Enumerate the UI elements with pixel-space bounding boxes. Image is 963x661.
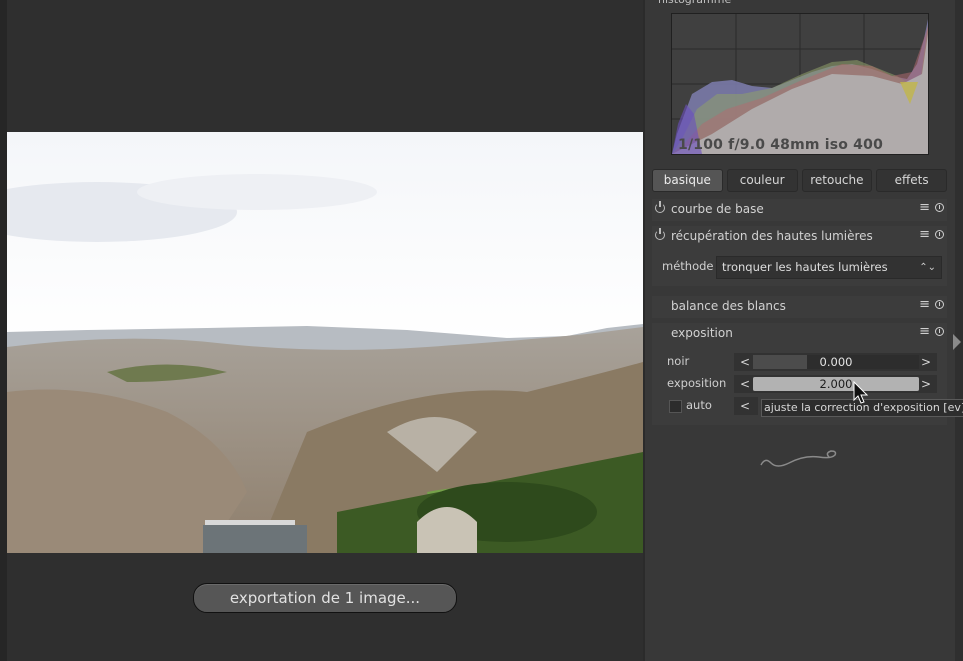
auto-label: auto xyxy=(686,398,712,412)
reset-icon[interactable] xyxy=(935,300,944,309)
exposure-label: exposition xyxy=(667,376,727,390)
auto-checkbox[interactable] xyxy=(669,400,682,413)
export-toast: exportation de 1 image... xyxy=(193,583,457,613)
power-icon[interactable] xyxy=(655,201,665,213)
image-preview xyxy=(7,132,643,553)
tab-couleur[interactable]: couleur xyxy=(726,169,798,192)
method-combobox[interactable]: tronquer les hautes lumières ⌃⌄ xyxy=(716,256,942,279)
module-group-tabs: basique couleur retouche effets xyxy=(652,169,947,192)
module-name: exposition xyxy=(671,326,733,340)
module-name: récupération des hautes lumières xyxy=(671,229,873,243)
decrease-icon[interactable]: < xyxy=(740,353,750,371)
tab-effets[interactable]: effets xyxy=(876,169,947,192)
module-name: balance des blancs xyxy=(671,299,786,313)
module-header-highlight-recovery[interactable]: récupération des hautes lumières ≡ xyxy=(652,226,947,248)
reset-icon[interactable] xyxy=(935,230,944,239)
combo-arrows-icon: ⌃⌄ xyxy=(919,262,936,273)
decrease-icon[interactable]: < xyxy=(740,375,750,393)
decrease-icon[interactable]: < xyxy=(740,397,750,415)
collapse-panel-arrow-icon[interactable] xyxy=(953,334,961,350)
method-value: tronquer les hautes lumières xyxy=(722,260,888,274)
increase-icon[interactable]: > xyxy=(921,353,931,371)
black-label: noir xyxy=(667,354,690,368)
histogram-exif-info: 1/100 f/9.0 48mm iso 400 xyxy=(678,137,884,153)
presets-menu-icon[interactable]: ≡ xyxy=(919,200,930,215)
reset-icon[interactable] xyxy=(935,327,944,336)
increase-icon[interactable]: > xyxy=(921,375,931,393)
tab-basique[interactable]: basique xyxy=(652,169,723,192)
tab-retouche[interactable]: retouche xyxy=(801,169,873,192)
slider-track[interactable]: 0.000 xyxy=(753,355,919,369)
module-header-base-curve[interactable]: courbe de base ≡ xyxy=(652,199,947,221)
module-name: courbe de base xyxy=(671,202,764,216)
histogram-title: histogramme xyxy=(658,0,731,6)
power-icon[interactable] xyxy=(655,228,665,240)
auto-slider-partial[interactable]: < xyxy=(734,397,758,415)
presets-menu-icon[interactable]: ≡ xyxy=(919,297,930,312)
black-slider[interactable]: < 0.000 > xyxy=(734,353,937,371)
exposure-slider[interactable]: < 2.000 > xyxy=(734,375,937,393)
presets-menu-icon[interactable]: ≡ xyxy=(919,324,930,339)
presets-menu-icon[interactable]: ≡ xyxy=(919,227,930,242)
histogram[interactable]: 1/100 f/9.0 48mm iso 400 xyxy=(671,13,929,155)
black-value: 0.000 xyxy=(819,355,853,369)
method-label: méthode xyxy=(662,259,714,273)
module-header-exposure[interactable]: exposition ≡ xyxy=(652,323,947,345)
module-end-ornament-icon xyxy=(760,450,837,467)
reset-icon[interactable] xyxy=(935,203,944,212)
right-panel-edge xyxy=(955,0,963,661)
slider-track[interactable]: 2.000 xyxy=(753,377,919,391)
module-header-white-balance[interactable]: balance des blancs ≡ xyxy=(652,296,947,318)
exposure-value: 2.000 xyxy=(819,377,853,391)
left-panel-edge xyxy=(0,0,7,661)
mouse-cursor-icon xyxy=(853,381,869,404)
